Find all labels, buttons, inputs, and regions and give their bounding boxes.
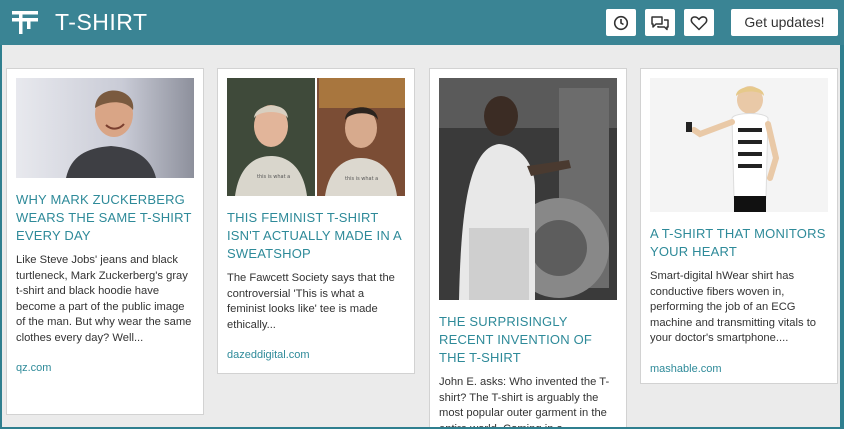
- history-button[interactable]: [606, 9, 636, 36]
- article-card[interactable]: THE SURPRISINGLY RECENT INVENTION OF THE…: [429, 68, 627, 427]
- chat-icon: [651, 15, 669, 30]
- logo-icon[interactable]: [10, 8, 40, 36]
- svg-text:this is what a: this is what a: [345, 176, 378, 182]
- get-updates-button[interactable]: Get updates!: [731, 9, 838, 36]
- page-title: T-SHIRT: [55, 9, 148, 35]
- svg-text:this is what a: this is what a: [257, 174, 290, 180]
- article-excerpt: John E. asks: Who invented the T-shirt? …: [439, 376, 610, 427]
- article-image[interactable]: [439, 78, 617, 300]
- article-title[interactable]: THIS FEMINIST T-SHIRT ISN'T ACTUALLY MAD…: [227, 209, 405, 263]
- article-excerpt: Smart-digital hWear shirt has conductive…: [650, 270, 817, 344]
- top-bar: T-SHIRT Get updates!: [0, 0, 844, 45]
- comments-button[interactable]: [645, 9, 675, 36]
- heart-icon: [690, 15, 708, 30]
- article-source-link[interactable]: qz.com: [16, 362, 194, 374]
- article-excerpt: Like Steve Jobs' jeans and black turtlen…: [16, 254, 192, 344]
- clock-icon: [613, 15, 629, 30]
- article-card[interactable]: A T-SHIRT THAT MONITORS YOUR HEART Smart…: [640, 68, 838, 384]
- article-source-link[interactable]: dazeddigital.com: [227, 349, 405, 361]
- card-grid: WHY MARK ZUCKERBERG WEARS THE SAME T-SHI…: [2, 45, 840, 427]
- article-title[interactable]: THE SURPRISINGLY RECENT INVENTION OF THE…: [439, 313, 617, 367]
- article-source-link[interactable]: mashable.com: [650, 363, 828, 375]
- article-image[interactable]: this is what a this is what a: [227, 78, 405, 196]
- article-title[interactable]: A T-SHIRT THAT MONITORS YOUR HEART: [650, 225, 828, 261]
- article-image[interactable]: [650, 78, 828, 212]
- article-card[interactable]: this is what a this is what a THIS FEMIN…: [217, 68, 415, 374]
- article-title[interactable]: WHY MARK ZUCKERBERG WEARS THE SAME T-SHI…: [16, 191, 194, 245]
- article-excerpt: The Fawcett Society says that the contro…: [227, 272, 395, 331]
- article-image[interactable]: [16, 78, 194, 178]
- favorite-button[interactable]: [684, 9, 714, 36]
- article-card[interactable]: WHY MARK ZUCKERBERG WEARS THE SAME T-SHI…: [6, 68, 204, 415]
